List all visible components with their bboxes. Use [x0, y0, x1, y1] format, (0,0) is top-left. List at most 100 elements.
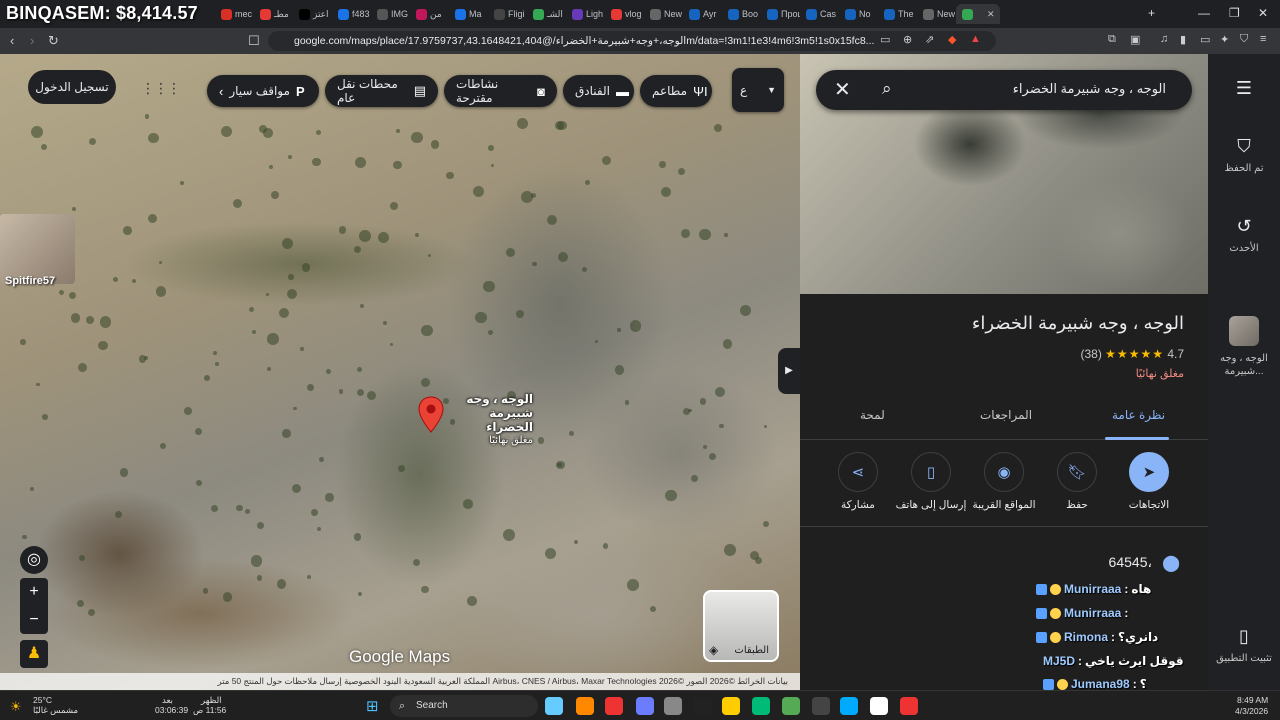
apps-grid-icon[interactable]: ⋮⋮⋮	[141, 80, 181, 97]
taskbar-app-icon[interactable]	[664, 697, 682, 715]
back-icon[interactable]: ‹	[10, 33, 14, 48]
browser-tab[interactable]: من	[410, 4, 449, 24]
browser-tab[interactable]: f483	[332, 4, 371, 24]
new-tab-button[interactable]: +	[1148, 6, 1155, 20]
clock-time[interactable]: 8:49 AM	[1237, 695, 1268, 705]
browser-tab[interactable]: Boo	[722, 4, 761, 24]
menu-icon[interactable]: ≡	[1260, 33, 1266, 45]
brave-shield-icon[interactable]: ◆	[948, 33, 956, 46]
rail-recent[interactable]: ↺ الأحدث	[1208, 216, 1280, 254]
browser-tab[interactable]: The	[878, 4, 917, 24]
taskbar-app-icon[interactable]	[636, 697, 654, 715]
weather-temp[interactable]: 25°C	[33, 695, 52, 705]
rail-recent-place[interactable]: الوجه ، وجه شبيرمة...	[1208, 316, 1280, 378]
save-button[interactable]: 🔖︎ حفظ	[1041, 452, 1113, 511]
sidebar-icon[interactable]: ▮	[1180, 33, 1186, 46]
leo-icon[interactable]: ✦	[1220, 33, 1229, 46]
bookmark-icon[interactable]: ☐	[248, 33, 260, 49]
collapse-panel-button[interactable]: ▶	[778, 348, 800, 394]
browser-tab[interactable]: ✕	[956, 4, 1000, 24]
taskbar-app-icon[interactable]	[605, 697, 623, 715]
weather-desc[interactable]: مشمس غالبًا	[33, 705, 78, 715]
close-tab-icon[interactable]: ✕	[987, 9, 995, 20]
zoom-in-button[interactable]: +	[20, 578, 48, 606]
minimize-button[interactable]: —	[1198, 6, 1210, 20]
install-icon[interactable]: ▭	[880, 33, 890, 46]
taskbar-app-icon[interactable]	[752, 697, 770, 715]
layers-button[interactable]: الطبقات ◈	[703, 590, 779, 662]
taskbar-app-icon[interactable]	[694, 697, 712, 715]
browser-tab[interactable]: Ligh	[566, 4, 605, 24]
browser-tab[interactable]: mec	[215, 4, 254, 24]
browser-tab[interactable]: الشـ	[527, 4, 566, 24]
extensions-icon[interactable]: ⧉	[1108, 33, 1116, 46]
review-count[interactable]: (38)	[1080, 347, 1101, 361]
browser-tab[interactable]: Проц	[761, 4, 800, 24]
chip-transit[interactable]: محطات نقل عام ▤	[325, 75, 438, 107]
chip-hotels[interactable]: الفنادق ▬	[563, 75, 634, 107]
browser-tab[interactable]: Ma	[449, 4, 488, 24]
tab-about[interactable]: لمحة	[860, 408, 885, 422]
tab-search-icon[interactable]: ▭	[1200, 33, 1210, 46]
browser-tab[interactable]: vlog	[605, 4, 644, 24]
zoom-out-button[interactable]: −	[20, 606, 48, 634]
vegetation-patch	[462, 499, 473, 510]
sign-in-button[interactable]: تسجيل الدخول	[28, 70, 116, 104]
browser-tab[interactable]: No	[839, 4, 878, 24]
browser-tab[interactable]: Ayr	[683, 4, 722, 24]
place-rating[interactable]: (38) ★★★★★ 4.7	[1080, 347, 1184, 361]
browser-tab[interactable]: Fligi	[488, 4, 527, 24]
taskbar-app-icon[interactable]	[722, 697, 740, 715]
browser-tab[interactable]: IMG	[371, 4, 410, 24]
send-to-phone-button[interactable]: ▯ إرسال إلى هاتف	[895, 452, 967, 511]
map-canvas[interactable]: Spitfire57 تسجيل الدخول ⋮⋮⋮ ‹ مواقف سيار…	[0, 54, 800, 690]
browser-tab[interactable]: مطـ	[254, 4, 293, 24]
taskbar-app-icon[interactable]	[812, 697, 830, 715]
rail-install-app[interactable]: ▯ تثبيت التطبيق	[1208, 626, 1280, 664]
browser-tab[interactable]: اعتز	[293, 4, 332, 24]
taskbar-search[interactable]: ⌕ Search	[390, 695, 538, 717]
taskbar-app-icon[interactable]	[576, 697, 594, 715]
browser-tab[interactable]: Cas	[800, 4, 839, 24]
chip-activities[interactable]: نشاطات مقترحة ◙	[444, 75, 557, 107]
close-icon[interactable]: ✕	[834, 77, 851, 102]
reload-icon[interactable]: ↻	[48, 33, 59, 49]
browser-tab[interactable]: New	[917, 4, 956, 24]
taskbar-app-icon[interactable]	[900, 697, 918, 715]
vegetation-patch	[265, 292, 270, 296]
my-location-button[interactable]: ◎	[20, 546, 48, 574]
rewards-icon[interactable]: ▲	[970, 33, 981, 45]
taskbar-app-icon[interactable]	[545, 697, 563, 715]
forward-icon[interactable]: ›	[30, 33, 34, 48]
chip-parking[interactable]: ‹ مواقف سيار P	[207, 75, 319, 107]
taskbar-app-icon[interactable]	[840, 697, 858, 715]
search-box[interactable]: الوجه ، وجه شبيرمة الخضراء ⌕ ✕	[816, 70, 1192, 110]
media-icon[interactable]: ♫	[1160, 33, 1168, 45]
place-address[interactable]: 64545،	[1109, 554, 1152, 571]
menu-button[interactable]: ☰	[1208, 78, 1280, 105]
rail-saved[interactable]: ⛉ تم الحفظ	[1208, 136, 1280, 174]
zoom-icon[interactable]: ⊕	[903, 33, 912, 46]
taskbar-app-icon[interactable]	[870, 697, 888, 715]
input-tools-dropdown[interactable]: ع ▼	[732, 68, 784, 112]
taskbar-app-icon[interactable]	[782, 697, 800, 715]
browser-tab[interactable]: New	[644, 4, 683, 24]
location-pin-icon[interactable]	[418, 396, 444, 434]
pin-label[interactable]: الوجه ، وجه شبيرمة الخضراء مغلق نهائيًا	[447, 392, 533, 448]
nearby-button[interactable]: ◉ المواقع القريبة	[968, 452, 1040, 511]
share-button[interactable]: ⋖ مشاركة	[822, 452, 894, 511]
wallet-icon[interactable]: ▣	[1130, 33, 1140, 46]
vpn-icon[interactable]: ⛉	[1240, 33, 1248, 46]
clock-date[interactable]: 4/3/2026	[1235, 706, 1268, 716]
start-icon[interactable]: ⊞	[366, 697, 379, 715]
maximize-button[interactable]: ❐	[1229, 6, 1240, 20]
close-window-button[interactable]: ✕	[1258, 6, 1268, 20]
search-input[interactable]: الوجه ، وجه شبيرمة الخضراء	[1013, 81, 1166, 97]
chip-restaurants[interactable]: مطاعم ΨI	[640, 75, 712, 107]
tab-reviews[interactable]: المراجعات	[980, 408, 1032, 422]
tab-overview[interactable]: نظرة عامة	[1112, 408, 1165, 422]
pegman-icon[interactable]: ♟	[20, 640, 48, 668]
search-icon[interactable]: ⌕	[882, 79, 892, 99]
directions-button[interactable]: ➤ الاتجاهات	[1113, 452, 1185, 511]
share-icon[interactable]: ⇗	[925, 33, 934, 46]
